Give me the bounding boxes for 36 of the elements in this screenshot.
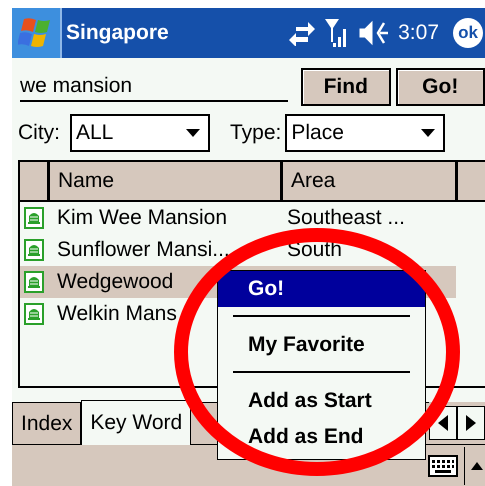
speaker-icon[interactable] xyxy=(358,19,390,47)
keyboard-icon[interactable] xyxy=(428,454,458,476)
building-icon xyxy=(24,303,44,325)
menu-item[interactable]: Add as End xyxy=(218,419,425,455)
menu-item[interactable]: Go! xyxy=(218,271,425,307)
filter-label: Type: xyxy=(230,121,282,145)
building-icon xyxy=(24,207,44,229)
up-arrow-icon[interactable] xyxy=(471,462,483,470)
place-name[interactable]: Kim Wee Mansion xyxy=(57,206,287,230)
search-field[interactable]: we mansion xyxy=(20,72,288,102)
ok-button[interactable]: ok xyxy=(453,18,483,48)
building-icon xyxy=(24,271,44,293)
dropdown[interactable]: Place xyxy=(285,114,446,152)
caret-icon xyxy=(421,129,436,137)
dropdown[interactable]: ALL xyxy=(70,114,210,152)
scroll-right-button[interactable] xyxy=(457,406,485,440)
area-name[interactable]: Southeast ... xyxy=(287,206,405,230)
clock-time[interactable]: 3:07 xyxy=(398,21,439,45)
right-arrow-icon xyxy=(466,415,476,431)
column-header[interactable]: Area xyxy=(283,162,458,200)
menu-item[interactable]: My Favorite xyxy=(218,327,425,363)
building-icon xyxy=(24,239,44,261)
menu-item[interactable]: Add as Start xyxy=(218,383,425,419)
window-title: Singapore xyxy=(66,21,169,45)
column-header[interactable]: Name xyxy=(50,162,283,200)
sync-arrows-icon xyxy=(288,20,316,46)
tab[interactable]: Key Word xyxy=(81,400,192,445)
place-name[interactable]: Sunflower Mansi... xyxy=(57,238,287,262)
tab[interactable]: Index xyxy=(12,402,82,444)
action-button[interactable]: Find xyxy=(301,68,390,106)
list-row[interactable]: Kim Wee Mansion Southeast ... xyxy=(20,202,485,234)
caret-icon xyxy=(186,129,200,137)
start-button[interactable] xyxy=(12,8,62,58)
filter-label: City: xyxy=(18,121,60,145)
action-button[interactable]: Go! xyxy=(396,68,485,106)
left-arrow-icon xyxy=(438,415,448,431)
